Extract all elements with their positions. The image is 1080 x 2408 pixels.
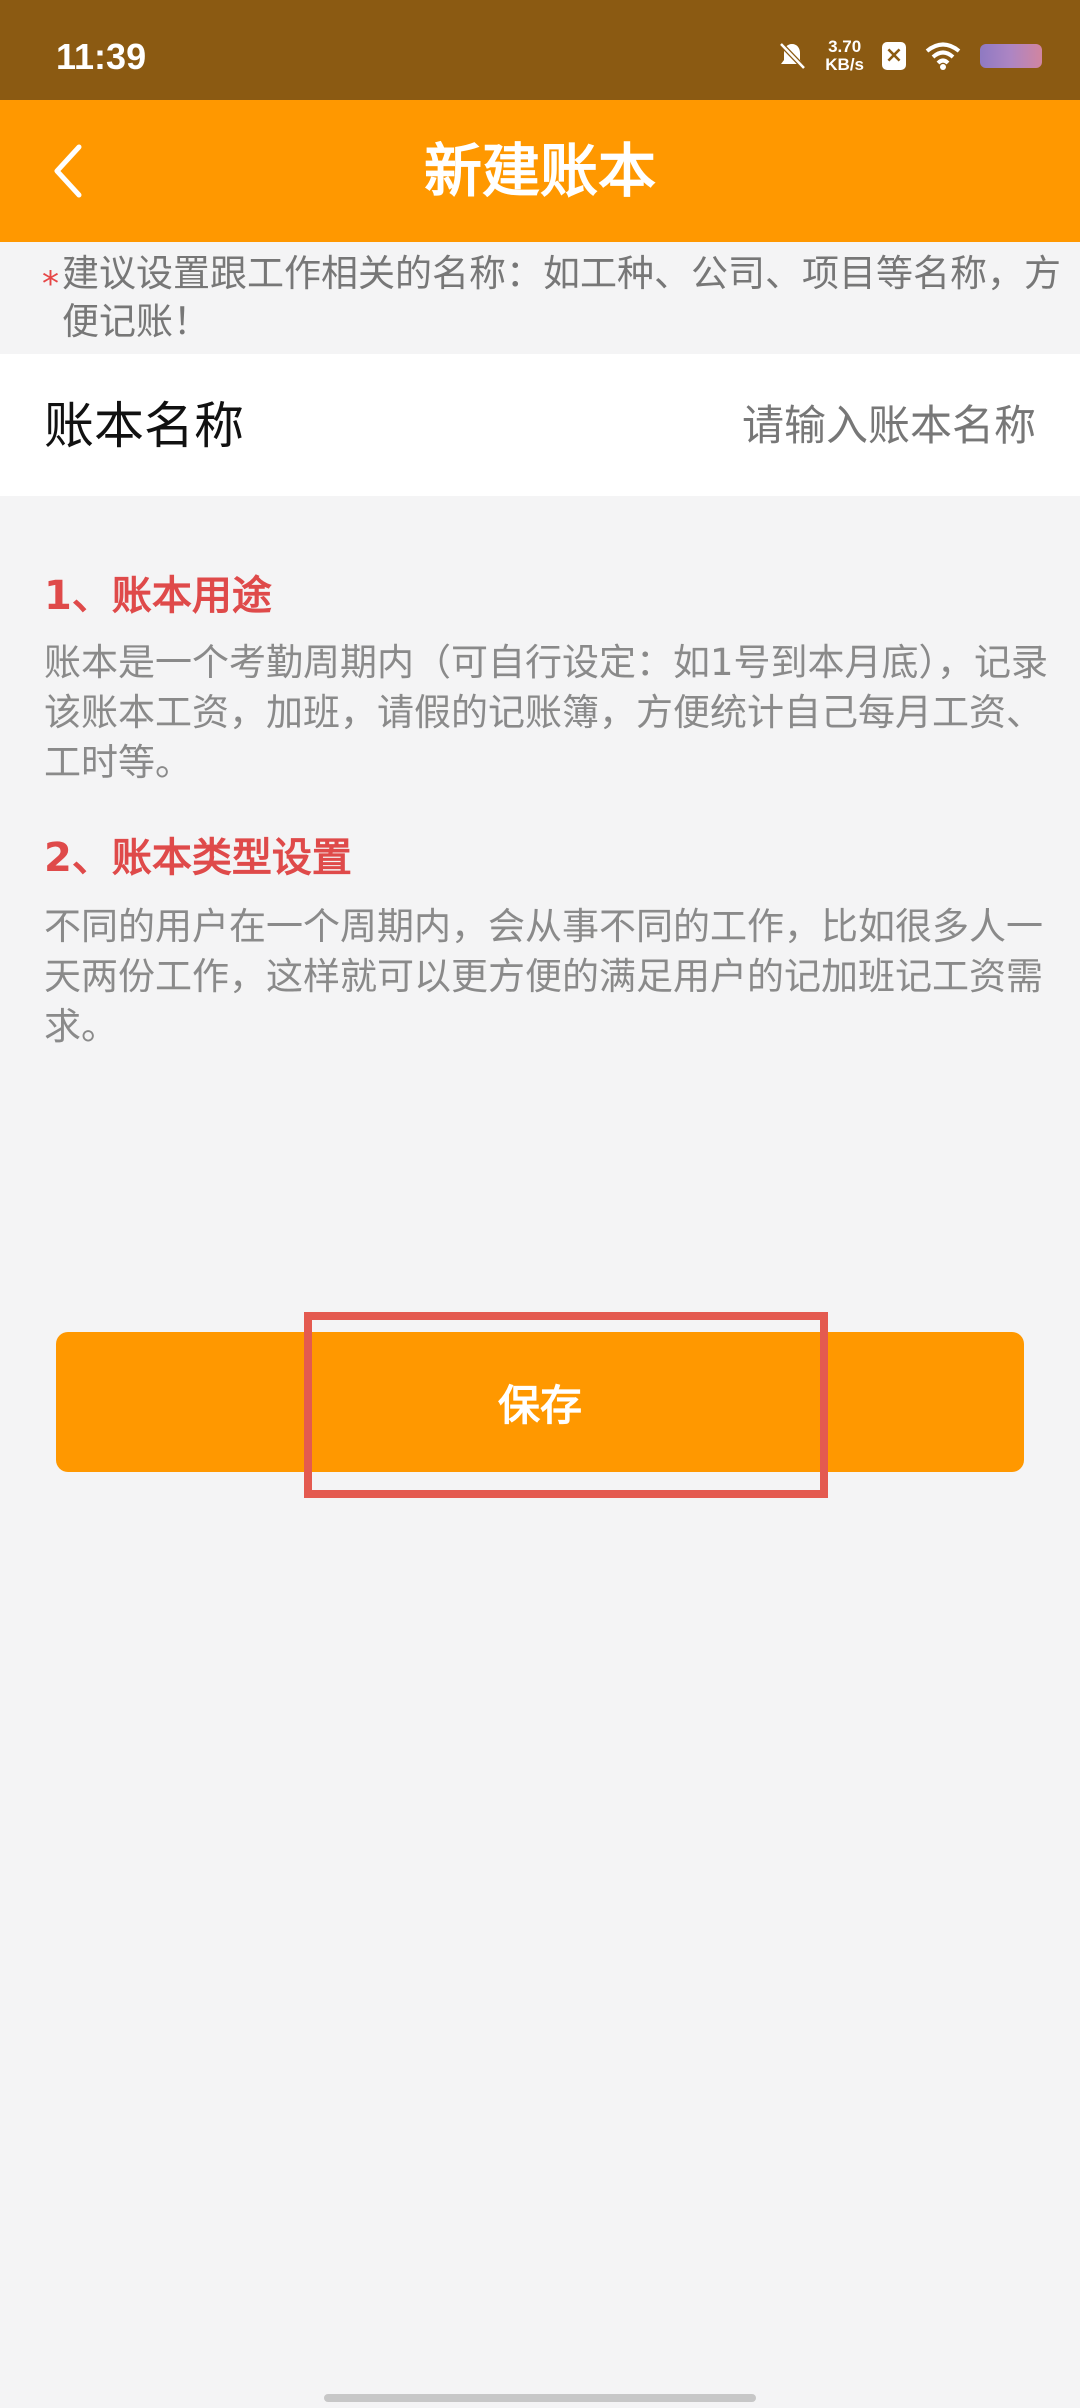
type-settings-title: 2、账本类型设置 (44, 835, 352, 881)
network-speed-value: 3.70 (828, 37, 862, 56)
network-speed: 3.70 KB/s (825, 38, 864, 74)
ledger-name-label: 账本名称 (44, 397, 244, 455)
bell-muted-icon (779, 42, 807, 70)
home-indicator[interactable] (324, 2394, 756, 2402)
page-title: 新建账本 (423, 137, 656, 205)
type-settings-description: 不同的用户在一个周期内，会从事不同的工作，比如很多人一天两份工作，这样就可以更方… (44, 905, 1043, 1048)
purpose-description: 账本是一个考勤周期内（可自行设定：如1号到本月底），记录该账本工资，加班，请假的… (44, 641, 1049, 784)
wifi-icon (925, 42, 961, 70)
ledger-name-input[interactable] (514, 388, 1038, 462)
navigation-bar: 新建账本 (0, 100, 1080, 242)
naming-notice: * 建议设置跟工作相关的名称：如工种、公司、项目等名称，方便记账！ (0, 242, 1080, 354)
ledger-name-row: 账本名称 (0, 354, 1080, 496)
purpose-title: 1、账本用途 (44, 573, 272, 619)
status-time: 11:39 (56, 36, 147, 77)
required-marker: * (42, 264, 59, 304)
network-speed-unit: KB/s (825, 55, 864, 74)
status-bar: 11:39 3.70 KB/s × (0, 0, 1080, 100)
battery-icon (980, 44, 1042, 68)
save-area: 保存 (56, 1332, 1024, 1472)
save-button[interactable]: 保存 (56, 1332, 1024, 1472)
sim-x-icon: × (882, 42, 906, 70)
naming-notice-text: 建议设置跟工作相关的名称：如工种、公司、项目等名称，方便记账！ (62, 252, 1061, 343)
status-icons: 3.70 KB/s × (777, 36, 1042, 76)
